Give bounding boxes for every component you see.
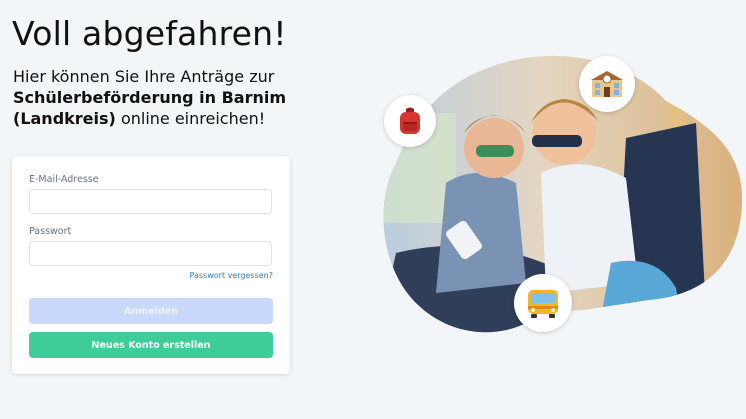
page-headline: Voll abgefahren! [12,14,287,53]
login-card: E-Mail-Adresse Passwort Passwort vergess… [12,156,290,374]
forgot-password-link[interactable]: Passwort vergessen? [190,271,274,280]
school-bubble [579,56,635,112]
login-button[interactable]: Anmelden [29,298,273,324]
email-field[interactable] [29,189,272,214]
create-account-button[interactable]: Neues Konto erstellen [29,332,273,358]
subheadline-text-1: Hier können Sie Ihre Anträge zur [13,67,275,86]
bus-icon [528,290,558,318]
email-label: E-Mail-Adresse [29,174,99,185]
page-subheadline: Hier können Sie Ihre Anträge zur Schüler… [13,66,343,129]
school-building-icon [591,71,623,97]
password-field[interactable] [29,241,272,266]
bus-bubble [514,274,572,332]
hero-illustration [376,53,746,343]
subheadline-text-2: online einreichen! [115,109,266,128]
password-label: Passwort [29,226,72,237]
backpack-icon [400,107,420,134]
backpack-bubble [384,95,436,147]
